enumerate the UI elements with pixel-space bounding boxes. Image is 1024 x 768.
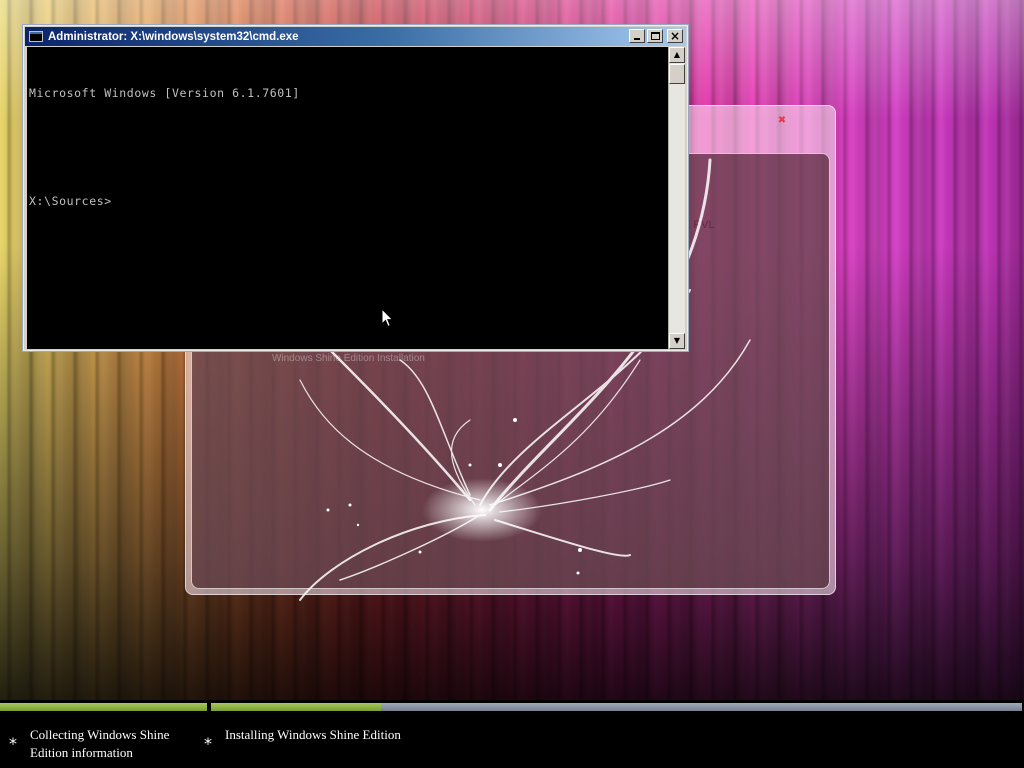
close-button[interactable]: ×: [667, 29, 683, 43]
vertical-scrollbar[interactable]: ▲ ▼: [668, 47, 685, 349]
cmd-window-controls: ×: [629, 29, 683, 43]
step-bullet: *: [9, 734, 17, 753]
progress-step1-fill: [0, 703, 207, 711]
step-collecting-info: Collecting Windows Shine Edition informa…: [30, 727, 170, 760]
progress-step2-fill: [211, 703, 381, 711]
setup-steps: * Collecting Windows Shine Edition infor…: [0, 712, 1024, 768]
maximize-button[interactable]: [647, 29, 663, 43]
close-icon: ×: [669, 29, 681, 43]
console-line: Microsoft Windows [Version 6.1.7601]: [29, 86, 300, 100]
console-prompt[interactable]: X:\Sources>: [29, 192, 666, 210]
step-bullet: *: [204, 734, 212, 753]
minimize-button[interactable]: [629, 29, 645, 43]
cmd-window-title: Administrator: X:\windows\system32\cmd.e…: [48, 30, 299, 43]
scroll-thumb[interactable]: [669, 64, 685, 84]
setup-progress-bar: [0, 702, 1024, 712]
minimize-icon: [634, 38, 640, 40]
console-output[interactable]: Microsoft Windows [Version 6.1.7601] X:\…: [27, 47, 668, 349]
cmd-window[interactable]: Administrator: X:\windows\system32\cmd.e…: [22, 24, 689, 352]
setup-installation-title: Windows Shine Edition Installation: [272, 353, 425, 364]
step-installing: Installing Windows Shine Edition: [225, 727, 401, 742]
scroll-down-button[interactable]: ▼: [669, 333, 685, 349]
console-icon[interactable]: [29, 31, 43, 42]
setup-close-icon[interactable]: ✖: [776, 116, 788, 126]
mouse-pointer-icon: [381, 308, 394, 328]
cmd-titlebar[interactable]: Administrator: X:\windows\system32\cmd.e…: [25, 27, 686, 46]
scroll-up-button[interactable]: ▲: [669, 47, 685, 63]
setup-partial-text: X RVL: [683, 219, 715, 231]
maximize-icon: [651, 32, 660, 40]
